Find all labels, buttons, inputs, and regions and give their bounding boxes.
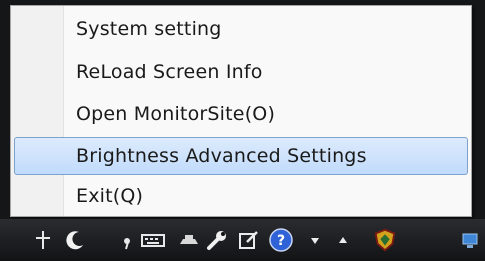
- menu-item-open-monitorsite[interactable]: Open MonitorSite(O): [14, 95, 468, 133]
- arrow-up-icon[interactable]: [330, 227, 356, 253]
- menu-item-system-setting[interactable]: System setting: [14, 10, 468, 48]
- network-icon[interactable]: [458, 227, 484, 253]
- menu-item-label: ReLoad Screen Info: [76, 61, 263, 83]
- shield-icon[interactable]: [372, 227, 398, 253]
- menu-item-label: Exit(Q): [76, 185, 144, 207]
- help-icon[interactable]: ?: [268, 227, 294, 253]
- menu-item-brightness-advanced-settings[interactable]: Brightness Advanced Settings: [14, 137, 468, 175]
- menu-item-label: System setting: [76, 18, 222, 40]
- arrow-down-icon[interactable]: [302, 227, 328, 253]
- tray-context-menu: System setting ReLoad Screen Info Open M…: [10, 5, 472, 217]
- menu-item-label: Brightness Advanced Settings: [76, 145, 367, 167]
- keyboard-icon[interactable]: [140, 227, 166, 253]
- menu-item-reload-screen-info[interactable]: ReLoad Screen Info: [14, 53, 468, 91]
- comma-icon[interactable]: [114, 227, 140, 253]
- menu-item-exit[interactable]: Exit(Q): [14, 177, 468, 215]
- wrench-icon[interactable]: [204, 227, 230, 253]
- moon-icon[interactable]: [62, 227, 88, 253]
- hat-icon[interactable]: [176, 227, 202, 253]
- edit-icon[interactable]: [236, 227, 262, 253]
- pin-icon[interactable]: [30, 227, 56, 253]
- desktop-screen: System setting ReLoad Screen Info Open M…: [0, 0, 485, 261]
- svg-text:?: ?: [277, 233, 285, 249]
- menu-item-label: Open MonitorSite(O): [76, 103, 276, 125]
- taskbar-tray: ?: [0, 219, 485, 261]
